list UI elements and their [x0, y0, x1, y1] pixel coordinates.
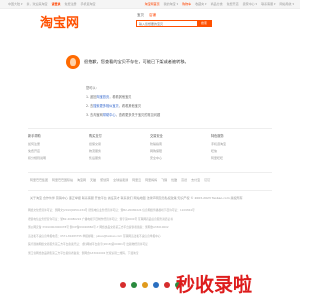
footer-link[interactable]: 积分规则说明 [28, 155, 89, 162]
suggestion-text: ，看看其他宝贝 [118, 104, 142, 108]
seller-center-menu[interactable]: 卖家中心 ▾ [243, 0, 257, 9]
footer-column-title: 新手帮助 [28, 134, 41, 138]
region-selector[interactable]: 中国大陆 ▾ [8, 0, 22, 9]
sad-face-icon [66, 55, 80, 69]
footer-link[interactable]: 担保交易 [89, 141, 150, 148]
about-links[interactable]: 关于淘宝 合作伙伴 营销中心 廉正举报 联系客服 开放平台 诚征英才 联系我们 … [30, 196, 270, 200]
categories-link[interactable]: 商品分类 [211, 0, 223, 9]
error-title: 很抱歉，您查看的宝贝不存在，可能已下架或者被转移。 [84, 59, 189, 64]
footer-column: 新手帮助 如何注册 免费开店 积分规则说明 [28, 133, 89, 162]
group-site-link[interactable]: 阿里巴巴国际站 [52, 178, 73, 182]
footer-column-title: 特色服务 [211, 134, 224, 138]
open-shop-link[interactable]: 免费开店 [227, 0, 239, 9]
site-nav-menu[interactable]: 网站导航 ▾ [280, 0, 294, 9]
header: 淘宝网 宝贝 店铺 搜索 [0, 10, 300, 38]
tab-items[interactable]: 宝贝 [137, 13, 144, 18]
group-site-link[interactable]: 淘宝网 [77, 178, 86, 182]
top-bar: 中国大陆 ▾ 亲，欢迎来淘宝 请登录 免费注册 手机逛淘宝 淘宝网首页 我的淘宝… [0, 0, 300, 9]
footer-link[interactable]: 免费开店 [28, 148, 89, 155]
group-site-link[interactable]: 聚划算 [100, 178, 109, 182]
legal-line: 违法和不良信息举报电话：0571-81683755 举报邮箱：jubao@tao… [28, 233, 161, 238]
cert-badge-icon[interactable] [153, 282, 159, 288]
footer-link[interactable]: 如何注册 [28, 141, 89, 148]
cert-badge-icon[interactable] [164, 282, 170, 288]
footer-link[interactable]: 防骗指南 [150, 141, 211, 148]
footer-column: 购买支付 担保交易 物流服务 售后服务 [89, 133, 150, 162]
suggestion-list: 您可以： 1. 返回淘宝首页，看看其他宝贝 2. 去搜索更多相似宝贝，看看其他宝… [86, 84, 160, 120]
suggestion-text: 1. 返回 [86, 95, 97, 99]
group-site-link[interactable]: 阿里妈妈 [145, 178, 157, 182]
divider [28, 190, 272, 191]
footer-column: 特色服务 手机逛淘宝 旺信 阿里旺旺 [211, 133, 272, 162]
search-tabs: 宝贝 店铺 [137, 13, 156, 18]
divider [28, 172, 272, 173]
footer-column: 交易安全 防骗指南 网购保障 安全中心 [150, 133, 211, 162]
group-site-link[interactable]: 优酷 [171, 178, 177, 182]
search-button[interactable]: 搜索 [197, 20, 211, 27]
group-site-link[interactable]: 钉钉 [204, 178, 210, 182]
suggestion-item: 3. 去淘宝网帮助中心，查看更多关于宝贝的常见问题 [86, 111, 160, 120]
cert-badge-icon[interactable] [131, 282, 137, 288]
suggestion-item: 2. 去搜索更多相似宝贝，看看其他宝贝 [86, 102, 160, 111]
top-bar-left: 中国大陆 ▾ 亲，欢迎来淘宝 请登录 免费注册 手机逛淘宝 [8, 0, 96, 9]
cart-link[interactable]: 购物车 [182, 0, 191, 9]
search-box: 搜索 [136, 20, 212, 27]
footer-link[interactable]: 物流服务 [89, 148, 150, 155]
group-site-link[interactable]: 全球速卖通 [113, 178, 128, 182]
cert-badge-icon[interactable] [142, 282, 148, 288]
customer-service-menu[interactable]: 联系客服 ▾ [261, 0, 275, 9]
tab-shops[interactable]: 店铺 [149, 13, 156, 18]
suggestion-text: 3. 去淘宝网 [86, 113, 103, 117]
legal-line: 浙公网安备 33010002000078号 浙ICP备09026882号-7 网… [28, 225, 169, 229]
group-site-link[interactable]: 阿里云 [132, 178, 141, 182]
group-site-link[interactable]: 支付宝 [191, 178, 200, 182]
home-link[interactable]: 淘宝网首页 [145, 0, 160, 9]
mobile-link[interactable]: 手机逛淘宝 [81, 0, 96, 9]
footer-column-title: 购买支付 [89, 134, 102, 138]
footer-link[interactable]: 网购保障 [150, 148, 211, 155]
favorites-menu[interactable]: 收藏夹 ▾ [195, 0, 206, 9]
group-site-link[interactable]: 飞猪 [161, 178, 167, 182]
my-taobao-menu[interactable]: 我的淘宝 ▾ [164, 0, 178, 9]
login-link[interactable]: 请登录 [51, 0, 60, 9]
search-similar-link[interactable]: 搜索更多相似宝贝 [93, 104, 119, 108]
help-center-link[interactable]: 帮助中心 [103, 113, 116, 117]
group-site-link[interactable]: 阿里巴巴集团 [30, 178, 48, 182]
legal-line: 医疗器械网络交易服务第三方平台备案凭证：(浙)网械平台备字[2018]第0000… [28, 242, 148, 246]
group-sites: 阿里巴巴集团 阿里巴巴国际站 淘宝网 天猫 聚划算 全球速卖通 阿里云 阿里妈妈… [30, 178, 270, 182]
group-site-link[interactable]: 天猫 [90, 178, 96, 182]
footer-link[interactable]: 手机逛淘宝 [211, 141, 272, 148]
suggestion-item: 1. 返回淘宝首页，看看其他宝贝 [86, 93, 160, 102]
footer-link[interactable]: 售后服务 [89, 155, 150, 162]
home-page-link[interactable]: 淘宝首页 [96, 95, 109, 99]
divider [28, 128, 272, 129]
certification-badges [120, 282, 181, 288]
legal-line: 网络文化经营许可证：浙网文[2019]0059-034号 增值电信业务经营许可证… [28, 208, 195, 212]
legal-info: 网络文化经营许可证：浙网文[2019]0059-034号 增值电信业务经营许可证… [28, 206, 272, 257]
taobao-logo[interactable]: 淘宝网 [40, 12, 79, 31]
legal-line: 增值电信业务经营许可证：浙B2-20080224 广播电视节目制作经营许可证：浙… [28, 216, 173, 221]
footer-columns: 新手帮助 如何注册 免费开店 积分规则说明 购买支付 担保交易 物流服务 售后服… [28, 133, 272, 162]
legal-line: 浙江省网络食品销售第三方平台提供者备案：浙网食A33010002 长按识别二维码… [28, 250, 139, 255]
footer-link[interactable]: 安全中心 [150, 155, 211, 162]
suggestion-text: ，查看更多关于宝贝的常见问题 [115, 113, 161, 117]
suggestion-text: ，看看其他宝贝 [109, 95, 132, 99]
footer-column-title: 交易安全 [150, 134, 163, 138]
footer-link[interactable]: 阿里旺旺 [211, 155, 272, 162]
register-link[interactable]: 免费注册 [65, 0, 77, 9]
group-site-link[interactable]: 高德 [181, 178, 187, 182]
search-input[interactable] [137, 21, 197, 26]
cert-badge-icon[interactable] [120, 282, 126, 288]
top-bar-right: 淘宝网首页 我的淘宝 ▾ 购物车 收藏夹 ▾ 商品分类 免费开店 卖家中心 ▾ … [145, 0, 294, 9]
welcome-text: 亲，欢迎来淘宝 [26, 2, 48, 6]
footer-link[interactable]: 旺信 [211, 148, 272, 155]
watermark-logo: 秒收录啦 [176, 274, 253, 296]
suggestion-intro: 您可以： [86, 86, 99, 90]
